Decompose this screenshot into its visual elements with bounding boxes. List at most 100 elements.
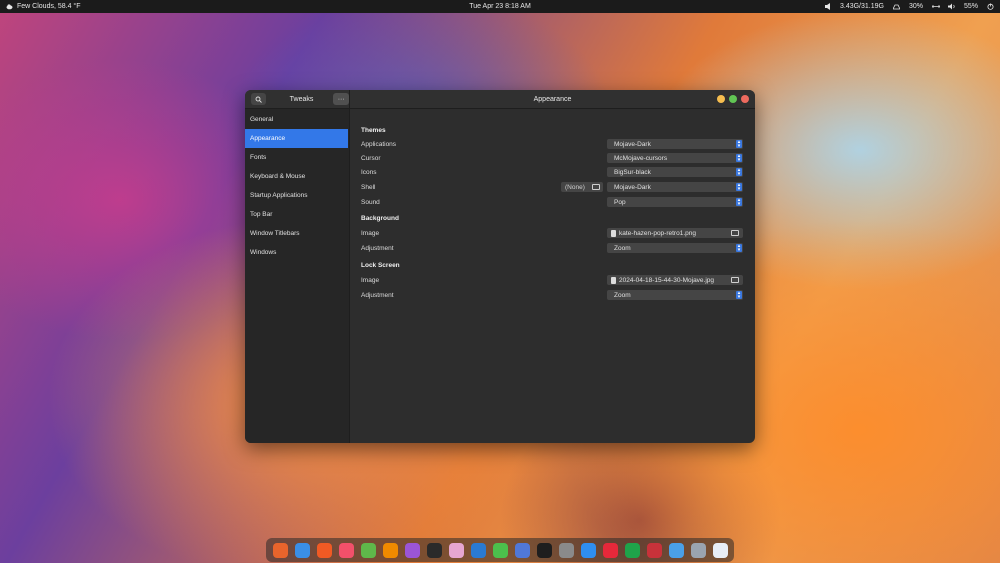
cursor-theme-value: McMojave-cursors (614, 154, 668, 162)
lockscreen-adjustment-select[interactable]: Zoom ▴ ▾ (607, 290, 743, 300)
search-icon (255, 96, 262, 103)
headphones-icon[interactable] (426, 542, 442, 558)
folder-icon (731, 277, 739, 283)
applications-row: Applications Mojave-Dark ▴ ▾ (361, 138, 743, 150)
maps-icon[interactable] (360, 542, 376, 558)
volume-icon[interactable] (947, 3, 955, 10)
chrome-icon[interactable] (558, 542, 574, 558)
folder-icon (731, 230, 739, 236)
lockscreen-image-label: Image (361, 276, 380, 284)
shell-file-chooser[interactable]: (None) (561, 182, 603, 192)
background-adjustment-label: Adjustment (361, 244, 394, 252)
cpu-indicator[interactable]: 30% (909, 3, 923, 10)
updown-arrow-icon: ▴ ▾ (736, 182, 742, 192)
lockscreen-adjustment-value: Zoom (614, 291, 631, 299)
applications-theme-select[interactable]: Mojave-Dark ▴ ▾ (607, 139, 743, 149)
background-image-row: Image kate-hazen-pop-retro1.png (361, 227, 743, 239)
title-bar[interactable]: Tweaks ··· Appearance (245, 90, 755, 109)
shell-label: Shell (361, 183, 376, 191)
search-button[interactable] (251, 93, 266, 105)
top-bar: Few Clouds, 58.4 °F Tue Apr 23 8:18 AM 3… (0, 0, 1000, 13)
sidebar-item-general[interactable]: General (245, 110, 349, 129)
sidebar-item-label: Fonts (250, 154, 267, 161)
background-adjustment-value: Zoom (614, 244, 631, 252)
sidebar-item-label: Window Titlebars (250, 230, 300, 237)
brave-icon[interactable] (316, 542, 332, 558)
mail-icon[interactable] (294, 542, 310, 558)
icons-theme-select[interactable]: BigSur-black ▴ ▾ (607, 167, 743, 177)
shell-theme-select[interactable]: Mojave-Dark ▴ ▾ (607, 182, 743, 192)
app-store-icon[interactable] (580, 542, 596, 558)
terminal-icon[interactable] (536, 542, 552, 558)
podcasts-icon[interactable] (404, 542, 420, 558)
shell-row: Shell (None) Mojave-Dark ▴ ▾ (361, 181, 743, 193)
background-adjustment-select[interactable]: Zoom ▴ ▾ (607, 243, 743, 253)
security-icon[interactable] (624, 542, 640, 558)
close-button[interactable] (741, 95, 749, 103)
launcher-icon[interactable] (690, 542, 706, 558)
vlc-icon[interactable] (382, 542, 398, 558)
applications-theme-value: Mojave-Dark (614, 140, 651, 148)
document-viewer-icon[interactable] (514, 542, 530, 558)
network-icon[interactable] (931, 3, 940, 10)
sidebar-item-appearance[interactable]: Appearance (245, 129, 348, 148)
background-heading: Background (361, 215, 399, 222)
paint-icon[interactable] (448, 542, 464, 558)
updown-arrow-icon: ▴ ▾ (736, 167, 742, 177)
lockscreen-image-chooser[interactable]: 2024-04-18-15-44-30-Mojave.jpg (607, 275, 743, 285)
clock[interactable]: Tue Apr 23 8:18 AM (469, 3, 531, 10)
tweaks-window: Tweaks ··· Appearance General Appearance… (245, 90, 755, 443)
app-title: Tweaks (289, 95, 314, 103)
image-file-icon (611, 276, 616, 284)
sidebar-item-keyboard-mouse[interactable]: Keyboard & Mouse (245, 167, 349, 186)
sidebar-item-label: Startup Applications (250, 192, 308, 199)
sound-row: Sound Pop ▴ ▾ (361, 196, 743, 208)
sound-theme-value: Pop (614, 198, 626, 206)
updown-arrow-icon: ▴ ▾ (736, 290, 742, 300)
sidebar-item-label: Appearance (250, 135, 286, 142)
sidebar-item-top-bar[interactable]: Top Bar (245, 205, 349, 224)
window-title: Appearance (533, 95, 572, 103)
lockscreen-image-value: 2024-04-18-15-44-30-Mojave.jpg (619, 276, 715, 284)
background-image-label: Image (361, 229, 380, 237)
cpu-icon (892, 3, 901, 10)
folder-icon (592, 184, 600, 190)
sidebar-item-label: Keyboard & Mouse (250, 173, 306, 180)
settings-icon[interactable] (712, 542, 728, 558)
updown-arrow-icon: ▴ ▾ (736, 153, 742, 163)
icons-row: Icons BigSur-black ▴ ▾ (361, 166, 743, 178)
sidebar-item-windows[interactable]: Windows (245, 243, 349, 262)
maximize-button[interactable] (729, 95, 737, 103)
lockscreen-heading: Lock Screen (361, 262, 400, 269)
weather-indicator[interactable]: Few Clouds, 58.4 °F (6, 3, 81, 10)
cursor-label: Cursor (361, 154, 381, 162)
notification-icon[interactable] (824, 3, 831, 10)
cursor-theme-select[interactable]: McMojave-cursors ▴ ▾ (607, 153, 743, 163)
opera-icon[interactable] (602, 542, 618, 558)
minimize-button[interactable] (717, 95, 725, 103)
sidebar-item-fonts[interactable]: Fonts (245, 148, 349, 167)
pdf-icon[interactable] (646, 542, 662, 558)
image-file-icon (611, 229, 616, 237)
files-icon[interactable] (668, 542, 684, 558)
appearance-panel: Themes Applications Mojave-Dark ▴ ▾ Curso… (351, 109, 755, 443)
background-adjustment-row: Adjustment Zoom ▴ ▾ (361, 242, 743, 254)
icons-label: Icons (361, 168, 377, 176)
firefox-icon[interactable] (272, 542, 288, 558)
sound-theme-select[interactable]: Pop ▴ ▾ (607, 197, 743, 207)
image-viewer-icon[interactable] (470, 542, 486, 558)
memory-indicator[interactable]: 3.43G/31.19G (840, 3, 884, 10)
pen-icon[interactable] (492, 542, 508, 558)
menu-button[interactable]: ··· (333, 93, 349, 105)
shell-file-value: (None) (565, 183, 585, 191)
icons-theme-value: BigSur-black (614, 168, 651, 176)
sidebar-item-label: Top Bar (250, 211, 273, 218)
power-icon[interactable] (987, 3, 994, 10)
background-image-chooser[interactable]: kate-hazen-pop-retro1.png (607, 228, 743, 238)
sidebar-item-startup-applications[interactable]: Startup Applications (245, 186, 349, 205)
sidebar-item-window-titlebars[interactable]: Window Titlebars (245, 224, 349, 243)
music-icon[interactable] (338, 542, 354, 558)
battery-indicator[interactable]: 55% (964, 3, 978, 10)
sidebar-item-label: General (250, 116, 274, 123)
lockscreen-image-row: Image 2024-04-18-15-44-30-Mojave.jpg (361, 274, 743, 286)
